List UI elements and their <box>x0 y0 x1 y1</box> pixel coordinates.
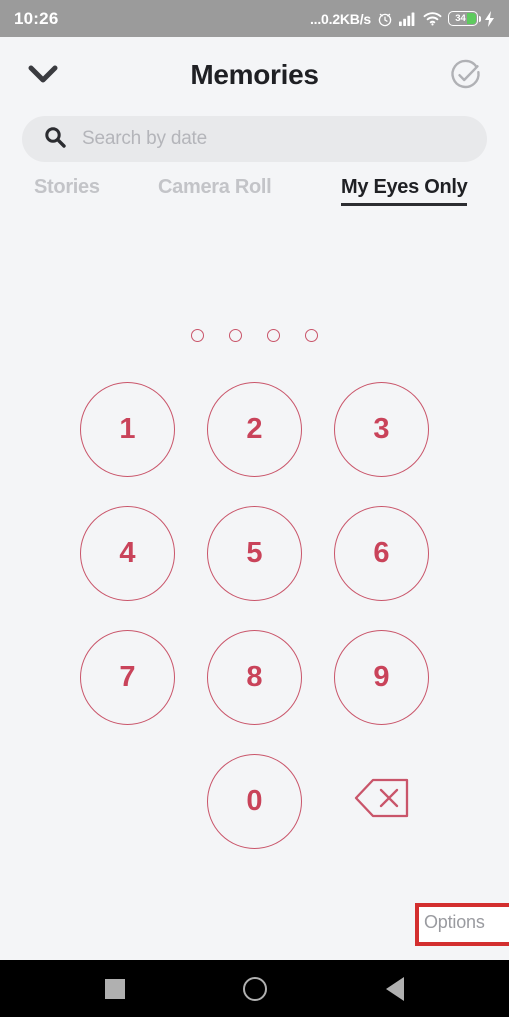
check-circle-icon[interactable] <box>445 54 487 96</box>
status-bar-icons: ...0.2KB/s 34 <box>309 10 495 27</box>
backspace-icon <box>354 777 410 827</box>
circle-home-icon <box>242 976 267 1001</box>
passcode-dot <box>305 329 318 342</box>
triangle-back-icon <box>385 976 404 1001</box>
keypad-key-5[interactable]: 5 <box>207 506 302 601</box>
app-header: Memories <box>0 37 509 112</box>
lightning-bolt-icon <box>484 10 495 27</box>
chevron-down-icon[interactable] <box>22 54 64 96</box>
status-bar: 10:26 ...0.2KB/s 34 <box>0 0 509 37</box>
memories-tabs: Stories Camera Roll My Eyes Only <box>0 172 509 216</box>
passcode-dot <box>267 329 280 342</box>
keypad-key-6[interactable]: 6 <box>334 506 429 601</box>
keypad-key-1[interactable]: 1 <box>80 382 175 477</box>
keypad-key-9[interactable]: 9 <box>334 630 429 725</box>
nav-home-button[interactable] <box>185 960 325 1017</box>
search-input[interactable]: Search by date <box>82 128 207 150</box>
android-nav-bar <box>0 960 509 1017</box>
options-button[interactable]: Options <box>424 912 485 933</box>
passcode-keypad: 1 2 3 4 5 6 7 8 9 0 <box>0 382 509 878</box>
keypad-key-4[interactable]: 4 <box>80 506 175 601</box>
battery-fill <box>466 13 476 24</box>
keypad-key-blank <box>80 754 175 849</box>
wifi-icon <box>423 11 442 26</box>
battery-level-text: 34 <box>455 12 466 24</box>
network-speed-text: ...0.2KB/s <box>309 10 371 27</box>
keypad-key-3[interactable]: 3 <box>334 382 429 477</box>
phone-screen: 10:26 ...0.2KB/s 34 Memories Search by d… <box>0 0 509 1017</box>
keypad-key-0[interactable]: 0 <box>207 754 302 849</box>
tab-my-eyes-only[interactable]: My Eyes Only <box>341 176 468 206</box>
keypad-row: 1 2 3 <box>0 382 509 477</box>
passcode-dot <box>191 329 204 342</box>
battery-icon: 34 <box>448 11 481 26</box>
tab-camera-roll[interactable]: Camera Roll <box>158 176 272 206</box>
passcode-dot <box>229 329 242 342</box>
square-recents-icon <box>104 978 125 999</box>
keypad-key-2[interactable]: 2 <box>207 382 302 477</box>
tab-stories[interactable]: Stories <box>34 176 100 206</box>
keypad-key-8[interactable]: 8 <box>207 630 302 725</box>
keypad-row: 7 8 9 <box>0 630 509 725</box>
keypad-row: 4 5 6 <box>0 506 509 601</box>
nav-recents-button[interactable] <box>45 960 185 1017</box>
page-title: Memories <box>190 58 319 90</box>
alarm-clock-icon <box>377 11 393 27</box>
search-bar[interactable]: Search by date <box>22 116 487 162</box>
backspace-key[interactable] <box>334 754 429 849</box>
search-icon <box>44 126 66 153</box>
passcode-dots <box>0 329 509 342</box>
status-time: 10:26 <box>14 8 59 28</box>
cellular-signal-icon <box>399 11 417 26</box>
keypad-key-7[interactable]: 7 <box>80 630 175 725</box>
nav-back-button[interactable] <box>325 960 465 1017</box>
keypad-row: 0 <box>0 754 509 849</box>
